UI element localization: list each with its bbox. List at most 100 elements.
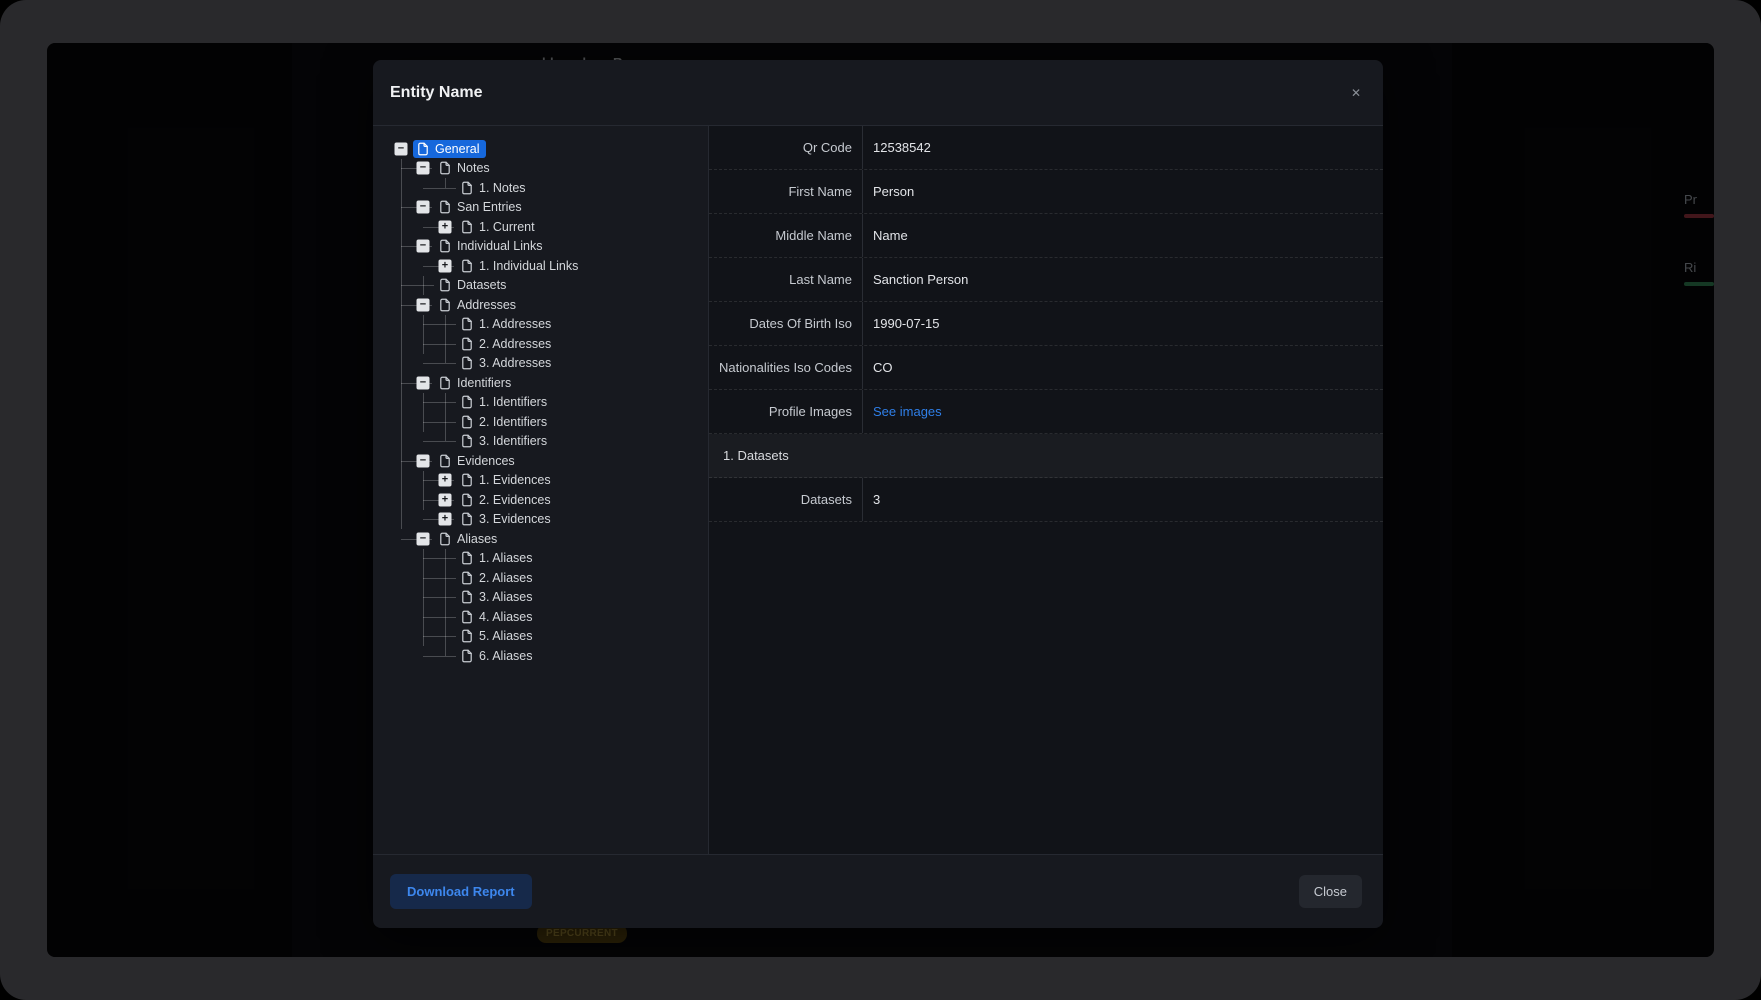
tree-node-content[interactable]: 1. Identifiers [457,393,554,411]
close-icon[interactable]: ✕ [1351,87,1361,99]
tree-node-content[interactable]: 1. Aliases [457,549,540,567]
tree-node-content[interactable]: Datasets [435,276,513,294]
tree-node-content[interactable]: Identifiers [435,374,518,392]
tree-node-content[interactable]: Aliases [435,530,504,548]
tree-node-2-evidences[interactable]: +2. Evidences [390,490,708,510]
tree-node-content[interactable]: San Entries [435,198,529,216]
expand-icon[interactable]: + [439,474,452,487]
tree-node-1-aliases[interactable]: 1. Aliases [390,549,708,569]
tree-node-content[interactable]: 1. Current [457,218,542,236]
tree-node-content[interactable]: 2. Evidences [457,491,558,509]
tree-node-content[interactable]: 3. Addresses [457,354,558,372]
tree-node-label: 1. Identifiers [479,395,547,409]
tree-node-content[interactable]: 4. Aliases [457,608,540,626]
entity-tree: −General−Notes1. Notes−San Entries+1. Cu… [373,126,709,854]
expand-icon[interactable]: + [439,220,452,233]
expand-icon[interactable]: + [439,259,452,272]
tree-node-1-evidences[interactable]: +1. Evidences [390,471,708,491]
tree-connector [434,334,456,354]
tree-node-evidences[interactable]: −Evidences [390,451,708,471]
file-icon [438,239,452,253]
close-button[interactable]: Close [1299,875,1362,908]
tree-switcher: + [434,217,456,237]
tree-node-notes[interactable]: −Notes [390,159,708,179]
download-report-button[interactable]: Download Report [390,874,532,909]
tree-switcher: − [412,451,434,471]
tree-node-2-addresses[interactable]: 2. Addresses [390,334,708,354]
tree-node-content[interactable]: Notes [435,159,497,177]
tree-node-aliases[interactable]: −Aliases [390,529,708,549]
collapse-icon[interactable]: − [417,201,430,214]
tree-node-label: Identifiers [457,376,511,390]
expand-icon[interactable]: + [439,513,452,526]
tree-switcher: + [434,510,456,530]
tree-connector [434,393,456,413]
tree-indent [390,627,412,647]
tree-node-3-addresses[interactable]: 3. Addresses [390,354,708,374]
tree-node-2-aliases[interactable]: 2. Aliases [390,568,708,588]
tree-node-content[interactable]: Addresses [435,296,523,314]
tree-node-label: 3. Aliases [479,590,533,604]
tree-node-content[interactable]: 1. Notes [457,179,533,197]
collapse-icon[interactable]: − [395,142,408,155]
tree-node-3-aliases[interactable]: 3. Aliases [390,588,708,608]
tree-node-addresses[interactable]: −Addresses [390,295,708,315]
collapse-icon[interactable]: − [417,162,430,175]
tree-node-content[interactable]: 3. Identifiers [457,432,554,450]
tree-node-content[interactable]: Individual Links [435,237,549,255]
tree-indent [390,217,412,237]
collapse-icon[interactable]: − [417,240,430,253]
collapse-icon[interactable]: − [417,298,430,311]
tree-switcher: − [412,237,434,257]
file-icon [438,454,452,468]
tree-node-individual-links[interactable]: −Individual Links [390,237,708,257]
tree-node-content[interactable]: 1. Addresses [457,315,558,333]
tree-node-3-identifiers[interactable]: 3. Identifiers [390,432,708,452]
tree-node-3-evidences[interactable]: +3. Evidences [390,510,708,530]
detail-row: Qr Code12538542 [709,126,1383,170]
tree-node-datasets[interactable]: Datasets [390,276,708,296]
tree-node-4-aliases[interactable]: 4. Aliases [390,607,708,627]
tree-switcher: + [434,471,456,491]
tree-node-1-identifiers[interactable]: 1. Identifiers [390,393,708,413]
expand-icon[interactable]: + [439,493,452,506]
tree-node-2-identifiers[interactable]: 2. Identifiers [390,412,708,432]
tree-node-content[interactable]: 5. Aliases [457,627,540,645]
tree-indent [390,588,412,608]
tree-node-1-notes[interactable]: 1. Notes [390,178,708,198]
collapse-icon[interactable]: − [417,532,430,545]
tree-node-content[interactable]: 1. Individual Links [457,257,585,275]
file-icon [438,200,452,214]
tree-node-1-current[interactable]: +1. Current [390,217,708,237]
details-section-row: 1. Datasets [709,434,1383,478]
tree-node-content[interactable]: 2. Addresses [457,335,558,353]
tree-node-content[interactable]: General [413,140,486,158]
tree-node-6-aliases[interactable]: 6. Aliases [390,646,708,666]
collapse-icon[interactable]: − [417,454,430,467]
tree-indent [390,471,412,491]
detail-label: Nationalities Iso Codes [709,346,863,389]
tree-node-1-individual-links[interactable]: +1. Individual Links [390,256,708,276]
tree-node-1-addresses[interactable]: 1. Addresses [390,315,708,335]
tree-node-content[interactable]: Evidences [435,452,522,470]
file-icon [460,649,474,663]
tree-node-identifiers[interactable]: − Identifiers [390,373,708,393]
file-icon [460,415,474,429]
collapse-icon[interactable]: − [417,376,430,389]
tree-node-content[interactable]: 2. Aliases [457,569,540,587]
detail-label: Dates Of Birth Iso [709,302,863,345]
tree-connector [434,646,456,666]
tree-node-5-aliases[interactable]: 5. Aliases [390,627,708,647]
detail-row: Last NameSanction Person [709,258,1383,302]
tree-node-san-entries[interactable]: −San Entries [390,198,708,218]
tree-node-label: 1. Notes [479,181,526,195]
tree-node-content[interactable]: 2. Identifiers [457,413,554,431]
tree-node-label: 3. Identifiers [479,434,547,448]
tree-node-content[interactable]: 1. Evidences [457,471,558,489]
see-images-link[interactable]: See images [863,390,1383,433]
modal-footer: Download Report Close [373,854,1383,928]
tree-node-content[interactable]: 3. Aliases [457,588,540,606]
tree-node-content[interactable]: 3. Evidences [457,510,558,528]
tree-node-content[interactable]: 6. Aliases [457,647,540,665]
tree-node-general[interactable]: −General [390,139,708,159]
